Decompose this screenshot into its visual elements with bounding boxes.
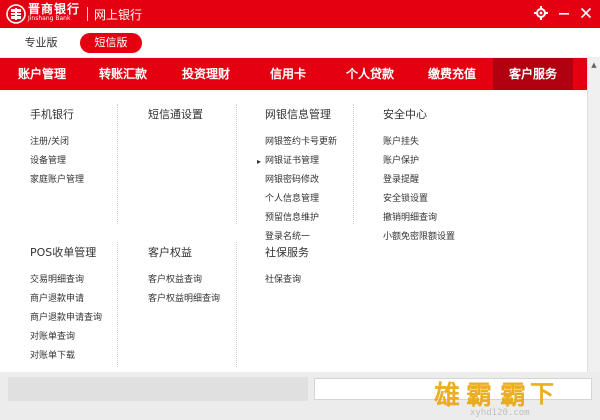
brand-name: 晋商银行 Jinshang Bank — [28, 3, 80, 22]
nav-item-transfer[interactable]: 转账汇款 — [86, 58, 160, 90]
bank-logo — [6, 4, 26, 24]
svg-text:xyhd120.com: xyhd120.com — [470, 408, 530, 417]
menu-link-small-limit[interactable]: 小额免密限额设置 — [383, 228, 455, 247]
title-divider — [87, 7, 88, 21]
menu-link-transaction-query[interactable]: 交易明细查询 — [30, 271, 102, 290]
menu-link-social-query[interactable]: 社保查询 — [265, 271, 309, 290]
column-divider — [353, 104, 354, 224]
tab-professional-version[interactable]: 专业版 — [18, 33, 64, 53]
nav-item-customer-service[interactable]: 客户服务 — [493, 58, 573, 90]
menu-link-security-lock[interactable]: 安全锁设置 — [383, 190, 455, 209]
menu-link-certificate[interactable]: 网银证书管理 — [265, 152, 337, 171]
menu-link-reserved-info[interactable]: 预留信息维护 — [265, 209, 337, 228]
nav-item-payment-recharge[interactable]: 缴费充值 — [414, 58, 490, 90]
arrow-up-icon[interactable]: ▲ — [588, 59, 600, 71]
menu-link-report-loss[interactable]: 账户挂失 — [383, 133, 455, 152]
gear-icon[interactable] — [532, 4, 550, 22]
brand-name-cn: 晋商银行 — [28, 2, 81, 16]
title-bar: 晋商银行 Jinshang Bank 网上银行 — [0, 0, 600, 28]
menu-group-title: 网银信息管理 — [265, 108, 331, 121]
watermark-logo: 雄 霸 霸 下 xyhd120.com — [433, 380, 554, 417]
window-title: 网上银行 — [94, 8, 143, 22]
menu-link-refund-apply[interactable]: 商户退款申请 — [30, 290, 102, 309]
menu-group-title: 手机银行 — [30, 108, 74, 121]
menu-link-device-management[interactable]: 设备管理 — [30, 152, 84, 171]
menu-link-rights-detail[interactable]: 客户权益明细查询 — [148, 290, 220, 309]
close-icon[interactable] — [577, 4, 595, 22]
nav-item-personal-loan[interactable]: 个人贷款 — [332, 58, 408, 90]
nav-item-credit-card[interactable]: 信用卡 — [254, 58, 322, 90]
nav-item-account-management[interactable]: 账户管理 — [6, 58, 78, 90]
minimize-icon[interactable] — [555, 4, 573, 22]
version-switcher: 专业版 短信版 — [0, 28, 600, 58]
menu-group-customer-rights: 客户权益 客户权益查询 客户权益明细查询 — [148, 245, 220, 309]
menu-link-login-reminder[interactable]: 登录提醒 — [383, 171, 455, 190]
menu-group-title: 社保服务 — [265, 246, 309, 259]
svg-text:霸: 霸 — [466, 381, 492, 411]
vertical-scrollbar[interactable]: ▲ ▼ — [587, 58, 600, 383]
column-divider — [236, 104, 237, 224]
menu-group-security-center: 安全中心 账户挂失 账户保护 登录提醒 安全锁设置 撤销明细查询 小额免密限额设… — [383, 107, 455, 247]
menu-link-card-update[interactable]: 网银签约卡号更新 — [265, 133, 337, 152]
menu-link-personal-info[interactable]: 个人信息管理 — [265, 190, 337, 209]
menu-group-title: POS收单管理 — [30, 246, 97, 259]
menu-group-title[interactable]: 短信通设置 — [148, 107, 203, 123]
customer-service-menu: 手机银行 注册/关闭 设备管理 家庭账户管理 短信通设置 网银信息管理 网银签约… — [0, 90, 587, 372]
nav-item-investment[interactable]: 投资理财 — [168, 58, 244, 90]
main-nav: 账户管理 转账汇款 投资理财 信用卡 个人贷款 缴费充值 客户服务 — [0, 58, 587, 90]
brand-name-en: Jinshang Bank — [28, 15, 71, 22]
svg-text:下: 下 — [530, 380, 554, 408]
menu-group-title: 客户权益 — [148, 246, 192, 259]
menu-group-pos: POS收单管理 交易明细查询 商户退款申请 商户退款申请查询 对账单查询 对账单… — [30, 245, 102, 366]
menu-group-netbank-info: 网银信息管理 网银签约卡号更新 网银证书管理 网银密码修改 个人信息管理 预留信… — [265, 107, 337, 247]
menu-link-register-close[interactable]: 注册/关闭 — [30, 133, 84, 152]
menu-link-statement-download[interactable]: 对账单下载 — [30, 347, 102, 366]
menu-link-rights-query[interactable]: 客户权益查询 — [148, 271, 220, 290]
menu-link-family-account[interactable]: 家庭账户管理 — [30, 171, 84, 190]
tab-sms-version[interactable]: 短信版 — [80, 33, 142, 53]
menu-group-social-security: 社保服务 社保查询 — [265, 245, 309, 290]
column-divider — [236, 242, 237, 367]
menu-link-password-change[interactable]: 网银密码修改 — [265, 171, 337, 190]
column-divider — [117, 104, 118, 224]
status-strip — [8, 377, 308, 401]
menu-link-statement-query[interactable]: 对账单查询 — [30, 328, 102, 347]
menu-link-revocation-query[interactable]: 撤销明细查询 — [383, 209, 455, 228]
menu-group-title: 安全中心 — [383, 108, 427, 121]
svg-text:雄: 雄 — [433, 381, 460, 411]
menu-link-refund-query[interactable]: 商户退款申请查询 — [30, 309, 102, 328]
menu-link-account-protection[interactable]: 账户保护 — [383, 152, 455, 171]
column-divider — [117, 242, 118, 367]
svg-text:霸: 霸 — [500, 381, 526, 411]
menu-group-mobile-banking: 手机银行 注册/关闭 设备管理 家庭账户管理 — [30, 107, 84, 190]
menu-group-sms-settings: 短信通设置 — [148, 107, 203, 133]
